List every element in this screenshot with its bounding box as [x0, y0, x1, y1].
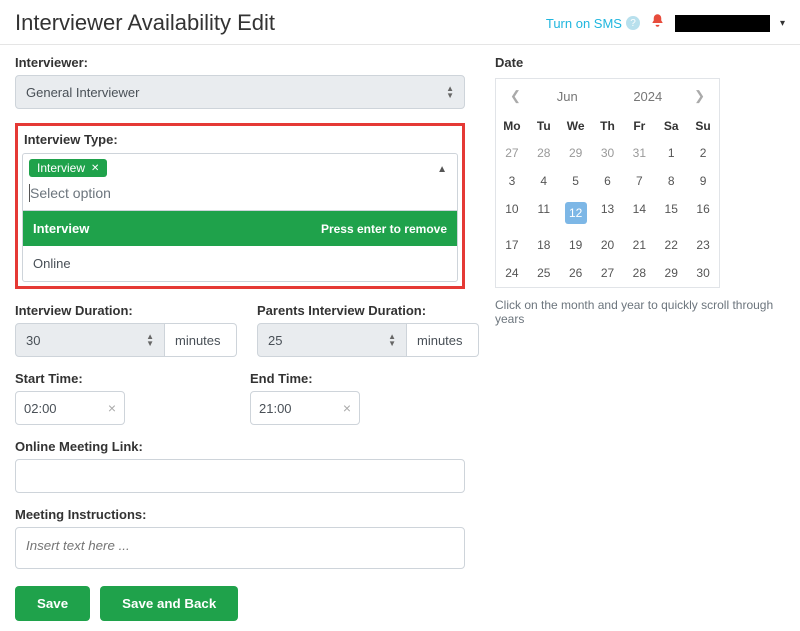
calendar-day[interactable]: 3	[496, 167, 528, 195]
calendar-day[interactable]: 13	[592, 195, 624, 231]
calendar-day[interactable]: 1	[655, 139, 687, 167]
clear-icon[interactable]: ×	[108, 400, 116, 416]
month-select[interactable]: Jun	[527, 89, 608, 104]
chevron-up-icon[interactable]: ▲	[437, 164, 447, 175]
notification-bell-icon[interactable]	[650, 13, 665, 33]
save-and-back-button[interactable]: Save and Back	[100, 586, 238, 621]
start-time-input[interactable]: 02:00 ×	[15, 391, 125, 425]
dow-header: We	[560, 113, 592, 139]
calendar-day-prev[interactable]: 27	[496, 139, 528, 167]
dow-header: Mo	[496, 113, 528, 139]
prev-month-icon[interactable]: ❮	[504, 88, 527, 104]
calendar-day[interactable]: 16	[687, 195, 719, 231]
duration-unit: minutes	[165, 323, 237, 357]
end-time-input[interactable]: 21:00 ×	[250, 391, 360, 425]
interview-type-search-input[interactable]	[29, 184, 451, 202]
calendar-day[interactable]: 18	[528, 231, 560, 259]
dow-header: Tu	[528, 113, 560, 139]
dow-header: Th	[592, 113, 624, 139]
page-title: Interviewer Availability Edit	[15, 10, 275, 36]
calendar-day[interactable]: 21	[623, 231, 655, 259]
calendar-day[interactable]: 8	[655, 167, 687, 195]
updown-icon: ▲▼	[388, 333, 396, 347]
parent-duration-select[interactable]: 25 ▲▼	[257, 323, 407, 357]
calendar-day-prev[interactable]: 28	[528, 139, 560, 167]
dow-header: Sa	[655, 113, 687, 139]
calendar-day[interactable]: 14	[623, 195, 655, 231]
date-label: Date	[495, 55, 785, 70]
duration-label: Interview Duration:	[15, 303, 237, 318]
updown-icon: ▲▼	[446, 85, 454, 99]
meeting-link-label: Online Meeting Link:	[15, 439, 465, 454]
calendar-day-prev[interactable]: 29	[560, 139, 592, 167]
interviewer-label: Interviewer:	[15, 55, 465, 70]
calendar-day[interactable]: 7	[623, 167, 655, 195]
parent-duration-unit: minutes	[407, 323, 479, 357]
calendar-day[interactable]: 20	[592, 231, 624, 259]
clear-icon[interactable]: ×	[343, 400, 351, 416]
updown-icon: ▲▼	[146, 333, 154, 347]
calendar-day[interactable]: 4	[528, 167, 560, 195]
dow-header: Fr	[623, 113, 655, 139]
interview-type-options: Interview Press enter to remove Online	[23, 210, 457, 281]
help-icon[interactable]: ?	[626, 16, 640, 30]
calendar-day[interactable]: 24	[496, 259, 528, 287]
calendar-day[interactable]: 28	[623, 259, 655, 287]
end-time-label: End Time:	[250, 371, 465, 386]
calendar-day[interactable]: 17	[496, 231, 528, 259]
interview-type-multiselect[interactable]: Interview ✕ ▲ Interview Press enter to r…	[22, 153, 458, 282]
calendar-day[interactable]: 10	[496, 195, 528, 231]
instructions-label: Meeting Instructions:	[15, 507, 465, 522]
next-month-icon[interactable]: ❯	[688, 88, 711, 104]
calendar-day[interactable]: 2	[687, 139, 719, 167]
calendar-day[interactable]: 26	[560, 259, 592, 287]
parent-duration-label: Parents Interview Duration:	[257, 303, 479, 318]
close-icon[interactable]: ✕	[91, 163, 99, 174]
save-button[interactable]: Save	[15, 586, 90, 621]
calendar-day[interactable]: 11	[528, 195, 560, 231]
dow-header: Su	[687, 113, 719, 139]
calendar: ❮ Jun 2024 ❯ MoTuWeThFrSaSu2728293031123…	[495, 78, 720, 288]
calendar-day-prev[interactable]: 30	[592, 139, 624, 167]
page-header: Interviewer Availability Edit Turn on SM…	[0, 0, 800, 45]
calendar-grid: MoTuWeThFrSaSu27282930311234567891011121…	[496, 113, 719, 287]
year-select[interactable]: 2024	[608, 89, 689, 104]
interview-type-label: Interview Type:	[24, 132, 458, 147]
instructions-textarea[interactable]	[15, 527, 465, 569]
calendar-day[interactable]: 22	[655, 231, 687, 259]
chevron-down-icon[interactable]: ▾	[780, 18, 785, 29]
start-time-label: Start Time:	[15, 371, 230, 386]
chip-interview[interactable]: Interview ✕	[29, 159, 107, 177]
header-actions: Turn on SMS ? ▾	[546, 13, 785, 33]
calendar-day[interactable]: 30	[687, 259, 719, 287]
calendar-day[interactable]: 29	[655, 259, 687, 287]
calendar-day[interactable]: 9	[687, 167, 719, 195]
calendar-day[interactable]: 27	[592, 259, 624, 287]
turn-on-sms-link[interactable]: Turn on SMS ?	[546, 16, 640, 31]
meeting-link-input[interactable]	[15, 459, 465, 493]
user-menu[interactable]	[675, 15, 770, 32]
calendar-day[interactable]: 5	[560, 167, 592, 195]
calendar-day[interactable]: 23	[687, 231, 719, 259]
option-interview[interactable]: Interview Press enter to remove	[23, 211, 457, 246]
calendar-day[interactable]: 19	[560, 231, 592, 259]
calendar-day[interactable]: 25	[528, 259, 560, 287]
calendar-day[interactable]: 15	[655, 195, 687, 231]
duration-select[interactable]: 30 ▲▼	[15, 323, 165, 357]
calendar-day[interactable]: 12	[560, 195, 592, 231]
interview-type-highlight: Interview Type: Interview ✕ ▲ Interview …	[15, 123, 465, 289]
calendar-help-text: Click on the month and year to quickly s…	[495, 298, 785, 326]
option-online[interactable]: Online	[23, 246, 457, 281]
calendar-day[interactable]: 6	[592, 167, 624, 195]
interviewer-select[interactable]: General Interviewer ▲▼	[15, 75, 465, 109]
calendar-day-prev[interactable]: 31	[623, 139, 655, 167]
